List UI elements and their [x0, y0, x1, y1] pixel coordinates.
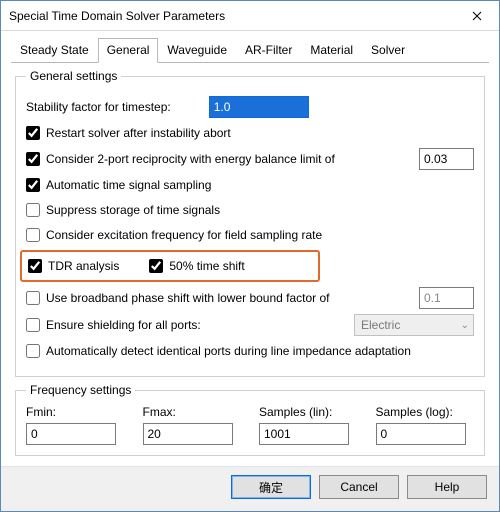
shielding-select: Electric ⌄ [354, 314, 474, 336]
broadband-checkbox[interactable] [26, 291, 40, 305]
tab-strip: Steady State General Waveguide AR-Filter… [11, 37, 489, 63]
tdr-checkbox[interactable] [28, 259, 42, 273]
sampling-label: Automatic time signal sampling [46, 178, 211, 192]
dialog-footer: 确定 Cancel Help [1, 466, 499, 511]
autodetect-label: Automatically detect identical ports dur… [46, 344, 411, 358]
timeshift-label: 50% time shift [169, 259, 244, 273]
broadband-input[interactable] [419, 287, 474, 309]
tab-waveguide[interactable]: Waveguide [158, 38, 236, 63]
sampling-checkbox[interactable] [26, 178, 40, 192]
cancel-button[interactable]: Cancel [319, 475, 399, 499]
frequency-settings-legend: Frequency settings [26, 383, 135, 397]
suppress-label: Suppress storage of time signals [46, 203, 220, 217]
help-button[interactable]: Help [407, 475, 487, 499]
close-icon [472, 11, 482, 21]
samples-lin-label: Samples (lin): [259, 405, 358, 419]
frequency-settings-group: Frequency settings Fmin: Fmax: Samples (… [15, 383, 485, 456]
excitation-check[interactable]: Consider excitation frequency for field … [26, 228, 322, 242]
fmin-input[interactable] [26, 423, 116, 445]
tdr-label: TDR analysis [48, 259, 119, 273]
reciprocity-checkbox[interactable] [26, 152, 40, 166]
dialog-window: Special Time Domain Solver Parameters St… [0, 0, 500, 512]
samples-log-label: Samples (log): [376, 405, 475, 419]
restart-checkbox[interactable] [26, 126, 40, 140]
suppress-checkbox[interactable] [26, 203, 40, 217]
tdr-check[interactable]: TDR analysis [28, 259, 119, 273]
tab-ar-filter[interactable]: AR-Filter [236, 38, 301, 63]
fmin-label: Fmin: [26, 405, 125, 419]
stability-label: Stability factor for timestep: [26, 100, 171, 114]
restart-check[interactable]: Restart solver after instability abort [26, 126, 231, 140]
timeshift-check[interactable]: 50% time shift [149, 259, 244, 273]
shielding-label: Ensure shielding for all ports: [46, 318, 201, 332]
window-title: Special Time Domain Solver Parameters [9, 9, 455, 23]
tab-material[interactable]: Material [301, 38, 362, 63]
fmax-input[interactable] [143, 423, 233, 445]
broadband-check[interactable]: Use broadband phase shift with lower bou… [26, 291, 330, 305]
autodetect-check[interactable]: Automatically detect identical ports dur… [26, 344, 411, 358]
suppress-check[interactable]: Suppress storage of time signals [26, 203, 220, 217]
excitation-checkbox[interactable] [26, 228, 40, 242]
close-button[interactable] [455, 1, 499, 30]
tab-steady-state[interactable]: Steady State [11, 38, 98, 63]
stability-input[interactable] [209, 96, 309, 118]
reciprocity-label: Consider 2-port reciprocity with energy … [46, 152, 335, 166]
tab-solver[interactable]: Solver [362, 38, 414, 63]
tdr-highlight: TDR analysis 50% time shift [20, 250, 320, 282]
ok-button[interactable]: 确定 [231, 475, 311, 499]
timeshift-checkbox[interactable] [149, 259, 163, 273]
shielding-checkbox[interactable] [26, 318, 40, 332]
chevron-down-icon: ⌄ [461, 320, 469, 331]
samples-lin-input[interactable] [259, 423, 349, 445]
broadband-label: Use broadband phase shift with lower bou… [46, 291, 330, 305]
general-settings-group: General settings Stability factor for ti… [15, 69, 485, 377]
excitation-label: Consider excitation frequency for field … [46, 228, 322, 242]
reciprocity-check[interactable]: Consider 2-port reciprocity with energy … [26, 152, 335, 166]
autodetect-checkbox[interactable] [26, 344, 40, 358]
title-bar: Special Time Domain Solver Parameters [1, 1, 499, 31]
tab-general[interactable]: General [98, 38, 159, 63]
reciprocity-input[interactable] [419, 148, 474, 170]
general-settings-legend: General settings [26, 69, 121, 83]
shielding-check[interactable]: Ensure shielding for all ports: [26, 318, 201, 332]
fmax-label: Fmax: [143, 405, 242, 419]
samples-log-input[interactable] [376, 423, 466, 445]
sampling-check[interactable]: Automatic time signal sampling [26, 178, 211, 192]
shielding-select-value: Electric [361, 318, 400, 332]
tab-body: General settings Stability factor for ti… [1, 63, 499, 466]
restart-label: Restart solver after instability abort [46, 126, 231, 140]
